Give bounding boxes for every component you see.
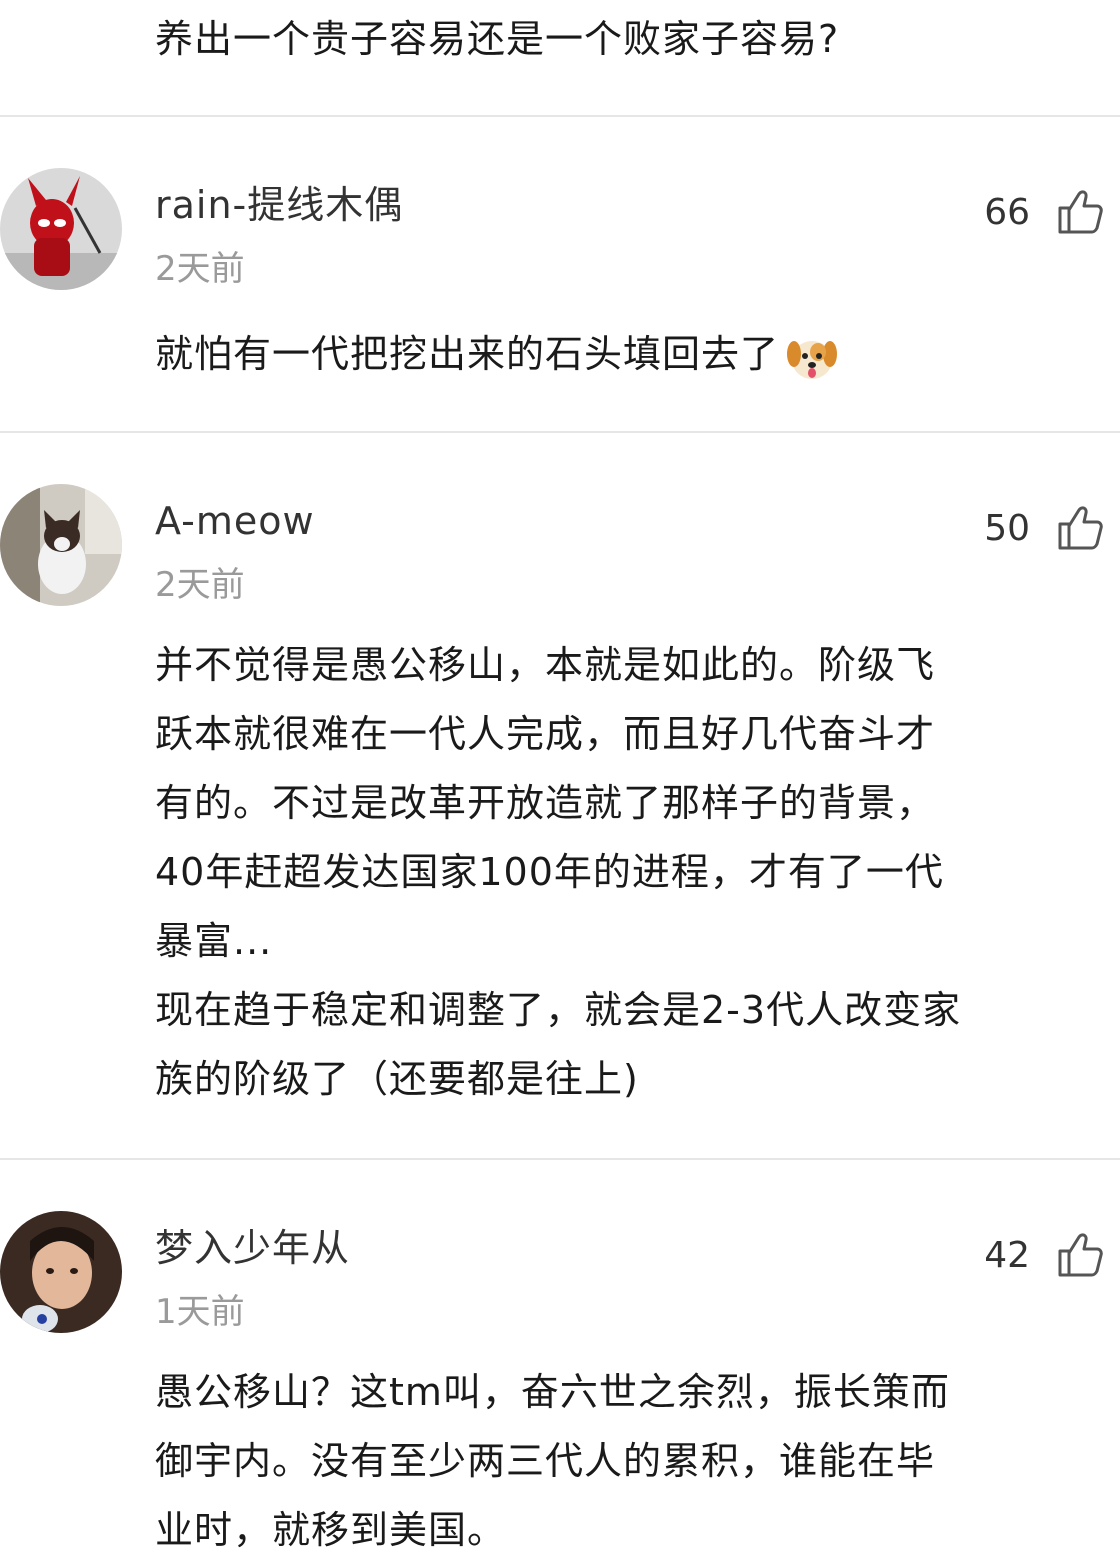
comment-text-line: 并不觉得是愚公移山，本就是如此的。阶级飞: [155, 643, 936, 687]
thumbs-up-icon[interactable]: [1056, 1229, 1106, 1279]
timestamp: 2天前: [155, 249, 245, 289]
comment-text-line: 有的。不过是改革开放造就了那样子的背景，: [155, 781, 936, 825]
divider: [0, 115, 1120, 117]
timestamp: 2天前: [155, 565, 245, 605]
thumbs-up-icon[interactable]: [1056, 186, 1106, 236]
comment-text-line: 40年赶超发达国家100年的进程，才有了一代: [155, 850, 944, 894]
comment-text-line: 族的阶级了（还要都是往上): [155, 1057, 639, 1101]
avatar[interactable]: [0, 484, 122, 606]
dog-emoji: [787, 340, 838, 379]
comment-text-line: 现在趋于稳定和调整了，就会是2-3代人改变家: [155, 988, 962, 1032]
divider: [0, 431, 1120, 433]
comment-body: 愚公移山？这tm叫，奋六世之余烈，振长策而 御宇内。没有至少两三代人的累积，谁能…: [155, 1358, 1115, 1565]
divider: [0, 1158, 1120, 1160]
username[interactable]: A-meow: [155, 496, 315, 546]
like-count: 66: [984, 192, 1030, 233]
comment-text-line: 业时，就移到美国。: [155, 1508, 507, 1552]
like-count: 42: [984, 1235, 1030, 1276]
thumbs-up-icon[interactable]: [1056, 502, 1106, 552]
like-count: 50: [984, 508, 1030, 549]
comment-text-line: 暴富...: [155, 919, 273, 963]
comment-body: 并不觉得是愚公移山，本就是如此的。阶级飞 跃本就很难在一代人完成，而且好几代奋斗…: [155, 631, 1115, 1114]
username[interactable]: rain-提线木偶: [155, 180, 403, 230]
comment-text-line: 愚公移山？这tm叫，奋六世之余烈，振长策而: [155, 1370, 950, 1414]
comment-text-line: 就怕有一代把挖出来的石头填回去了: [155, 332, 780, 376]
comment-text-line: 跃本就很难在一代人完成，而且好几代奋斗才: [155, 712, 936, 756]
previous-comment-text: 养出一个贵子容易还是一个败家子容易?: [155, 17, 840, 61]
comment-text-line: 御宇内。没有至少两三代人的累积，谁能在毕: [155, 1439, 936, 1483]
comment-body: 就怕有一代把挖出来的石头填回去了: [155, 320, 1115, 389]
avatar[interactable]: [0, 1211, 122, 1333]
username[interactable]: 梦入少年从: [155, 1223, 350, 1273]
avatar[interactable]: [0, 168, 122, 290]
timestamp: 1天前: [155, 1292, 245, 1332]
